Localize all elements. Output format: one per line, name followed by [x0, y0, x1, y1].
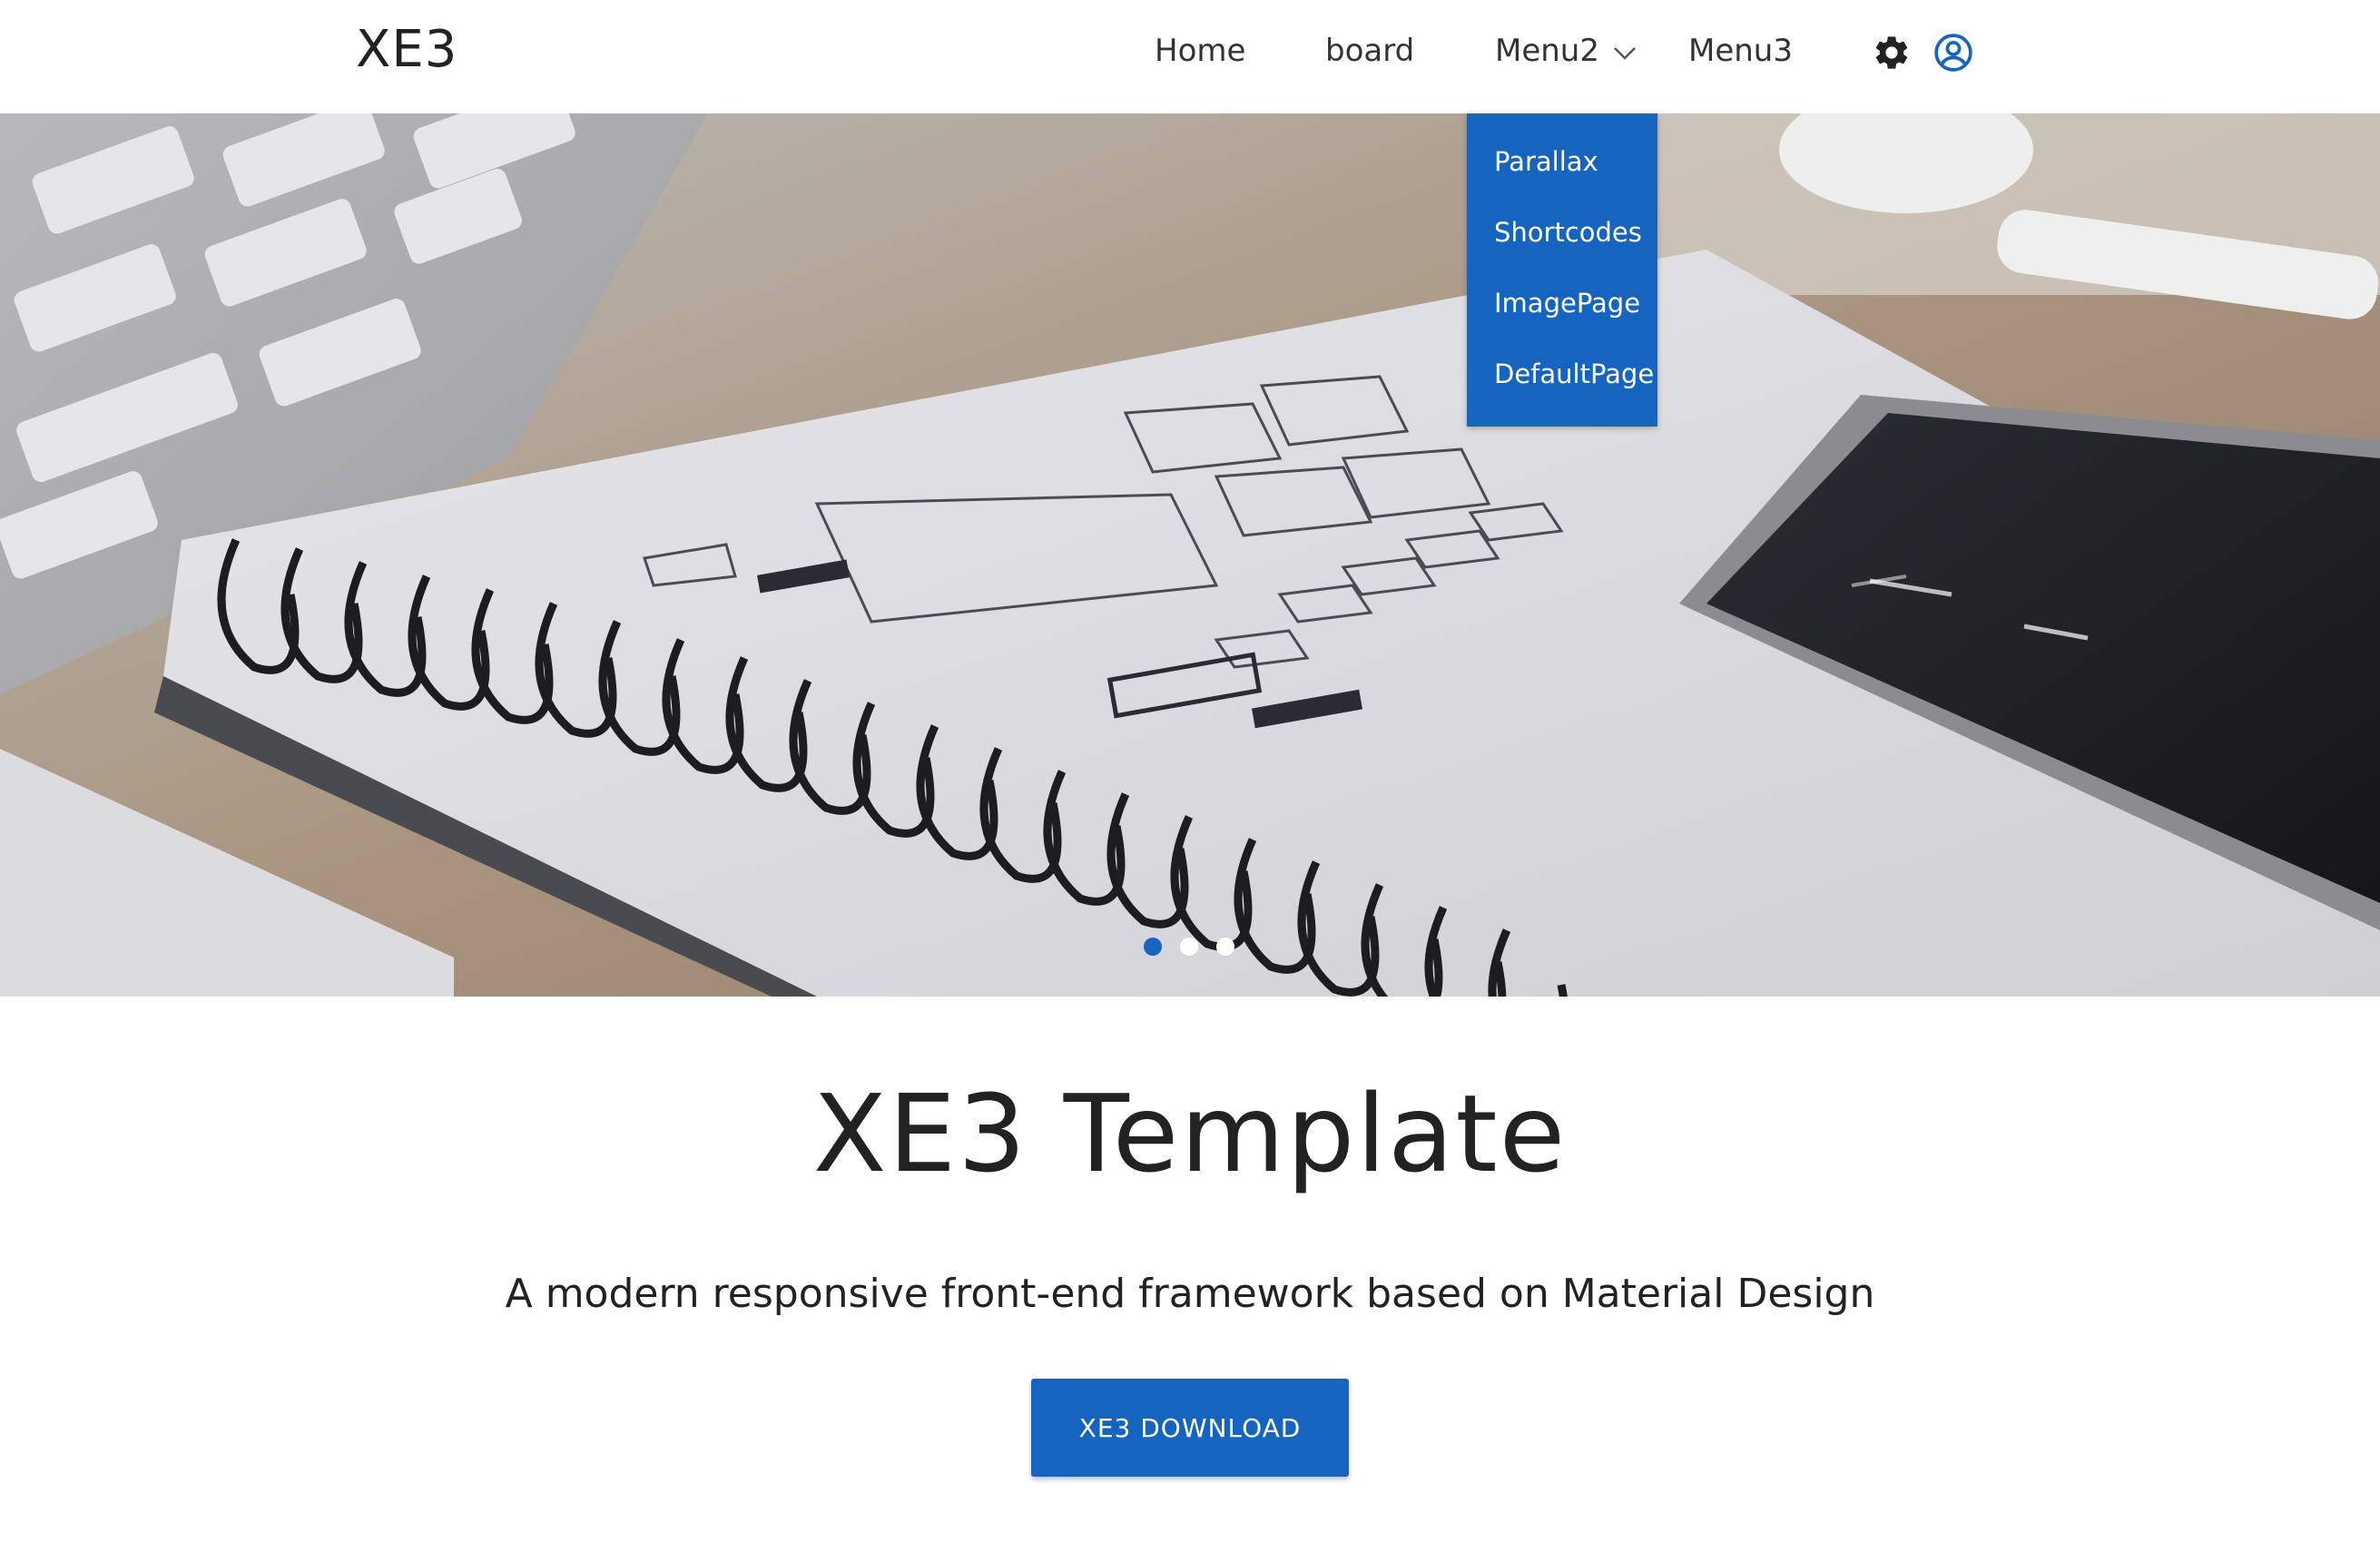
nav-menu2[interactable]: Menu2	[1495, 33, 1599, 69]
gear-icon[interactable]	[1872, 33, 1912, 73]
dropdown-item-imagepage[interactable]: ImagePage	[1467, 284, 1657, 355]
hero-slider	[0, 113, 2380, 997]
dropdown-item-shortcodes[interactable]: Shortcodes	[1467, 213, 1657, 284]
user-circle-icon[interactable]	[1933, 33, 1973, 73]
site-logo[interactable]: XE3	[356, 20, 457, 79]
site-header: XE3 Home board Menu2 Menu3	[0, 0, 2380, 113]
chevron-down-icon[interactable]	[1611, 44, 1638, 64]
page-subtitle: A modern responsive front-end framework …	[505, 1271, 1875, 1317]
menu2-dropdown: Parallax Shortcodes ImagePage DefaultPag…	[1467, 113, 1657, 427]
page-title: XE3 Template	[812, 1071, 1568, 1196]
nav-home[interactable]: Home	[1155, 33, 1245, 69]
dropdown-item-defaultpage[interactable]: DefaultPage	[1467, 355, 1657, 426]
slider-dot-3[interactable]	[1216, 938, 1234, 956]
slider-dot-1[interactable]	[1144, 938, 1162, 956]
nav-menu3[interactable]: Menu3	[1688, 33, 1793, 69]
slider-dot-2[interactable]	[1180, 938, 1198, 956]
dropdown-item-parallax[interactable]: Parallax	[1467, 142, 1657, 213]
download-button[interactable]: XE3 DOWNLOAD	[1031, 1379, 1349, 1477]
hero-image	[0, 113, 2380, 997]
nav-board[interactable]: board	[1325, 33, 1414, 69]
